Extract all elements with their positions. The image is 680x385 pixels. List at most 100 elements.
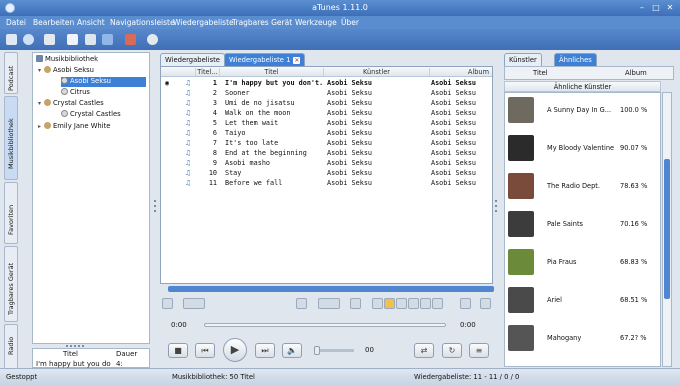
minimize-icon[interactable]: – bbox=[636, 2, 648, 13]
shuffle-icon[interactable] bbox=[460, 298, 471, 309]
playlist-row[interactable]: ♫ 5 Let them wait Asobi Seksu Asobi Seksu bbox=[161, 118, 492, 128]
playlist-row[interactable]: ♫ 9 Asobi masho Asobi Seksu Asobi Seksu bbox=[161, 158, 492, 168]
tab-radio[interactable]: Radio bbox=[4, 324, 18, 372]
tab-podcast[interactable]: Podcast bbox=[4, 52, 18, 94]
move-up-icon[interactable] bbox=[408, 298, 419, 309]
tree-album-citrus[interactable]: Citrus bbox=[61, 88, 90, 98]
sort-icon[interactable] bbox=[296, 298, 307, 309]
similar-artist-row[interactable]: Pia Fraus 68.83 % bbox=[505, 247, 660, 277]
menu-navigationsleiste[interactable]: Navigationsleiste bbox=[110, 18, 175, 27]
seek-slider[interactable] bbox=[204, 323, 446, 327]
menu-ueber[interactable]: Über bbox=[341, 18, 359, 27]
album-icon bbox=[61, 77, 68, 84]
similar-artist-row[interactable]: Mahogany 67.2? % bbox=[505, 323, 660, 353]
track-artist: Asobi Seksu bbox=[327, 149, 373, 157]
col-title[interactable]: Titel bbox=[63, 350, 78, 358]
tab-wiedergabeliste[interactable]: Wiedergabeliste bbox=[160, 53, 225, 66]
tab-aehnliches[interactable]: Ähnliches bbox=[554, 53, 597, 66]
similar-artist-row[interactable]: A Sunny Day In G... 100.0 % bbox=[505, 95, 660, 125]
col-title[interactable]: Titel bbox=[219, 68, 323, 76]
similar-artist-row[interactable]: Ariel 68.51 % bbox=[505, 285, 660, 315]
similar-artist-name: Mahogany bbox=[547, 334, 582, 342]
grid-icon[interactable] bbox=[350, 298, 361, 309]
tab-musikbibliothek[interactable]: Musikbibliothek bbox=[4, 96, 18, 180]
volume-slider[interactable] bbox=[314, 346, 354, 355]
favorite-icon[interactable] bbox=[480, 298, 491, 309]
play-button[interactable]: ▶ bbox=[223, 338, 247, 362]
playlist-row[interactable]: ◉ ♫ 1 I'm happy but you don't... Asobi Seksu… bbox=[161, 78, 492, 88]
tab-tragbares-geraet[interactable]: Tragbares Gerät bbox=[4, 246, 18, 322]
playlist-row[interactable]: ♫ 7 It's too late Asobi Seksu Asobi Seksu bbox=[161, 138, 492, 148]
move-down-icon[interactable] bbox=[420, 298, 431, 309]
home-icon[interactable] bbox=[67, 34, 78, 45]
stop-button[interactable]: ■ bbox=[168, 343, 188, 358]
playlist-row[interactable]: ♫ 2 Sooner Asobi Seksu Asobi Seksu bbox=[161, 88, 492, 98]
menu-tragbares-geraet[interactable]: Tragbares Gerät bbox=[232, 18, 292, 27]
mute-button[interactable]: 🔈 bbox=[282, 343, 302, 358]
shuffle-button[interactable]: ⇄ bbox=[414, 343, 434, 358]
tree-album-asobi-seksu[interactable]: Asobi Seksu bbox=[61, 77, 146, 87]
menu-datei[interactable]: Datei bbox=[6, 18, 26, 27]
tree-artist-crystal-castles[interactable]: ▾ Crystal Castles bbox=[38, 99, 104, 109]
playlist-row[interactable]: ♫ 4 Walk on the moon Asobi Seksu Asobi Seksu bbox=[161, 108, 492, 118]
tab-favoriten[interactable]: Favoriten bbox=[4, 182, 18, 244]
tab-kuenstler[interactable]: Künstler bbox=[504, 53, 542, 66]
splitter-grip[interactable] bbox=[66, 345, 68, 347]
star-icon[interactable] bbox=[384, 298, 395, 309]
playlist-icon[interactable] bbox=[125, 34, 136, 45]
remove-icon[interactable] bbox=[372, 298, 383, 309]
repeat-button[interactable]: ↻ bbox=[442, 343, 462, 358]
col-album[interactable]: Album bbox=[429, 68, 492, 76]
tree-artist-asobi-seksu[interactable]: ▾ Asobi Seksu bbox=[38, 66, 94, 76]
list-icon[interactable] bbox=[6, 34, 17, 45]
menu-wiedergabeliste[interactable]: Wiedergabeliste bbox=[173, 18, 234, 27]
equalizer-button[interactable]: ≡ bbox=[469, 343, 489, 358]
move-top-icon[interactable] bbox=[396, 298, 407, 309]
maximize-icon[interactable]: □ bbox=[650, 2, 662, 13]
similarity-percent: 78.63 % bbox=[620, 182, 648, 190]
tools-icon[interactable] bbox=[44, 34, 55, 45]
menu-bearbeiten[interactable]: Bearbeiten bbox=[33, 18, 74, 27]
close-icon[interactable]: ✕ bbox=[664, 2, 676, 13]
menu-ansicht[interactable]: Ansicht bbox=[77, 18, 105, 27]
previous-button[interactable]: ⏮ bbox=[195, 343, 215, 358]
subtab-album[interactable]: Album bbox=[625, 69, 647, 77]
folder-icon[interactable] bbox=[183, 298, 205, 309]
tab-wiedergabeliste-1[interactable]: Wiedergabeliste 1 ✕ bbox=[224, 53, 306, 66]
window-icon[interactable] bbox=[85, 34, 96, 45]
similar-artist-row[interactable]: The Radio Dept. 78.63 % bbox=[505, 171, 660, 201]
menu-werkzeuge[interactable]: Werkzeuge bbox=[295, 18, 337, 27]
audio-file-icon: ♫ bbox=[185, 139, 192, 147]
col-artist[interactable]: Künstler bbox=[323, 68, 429, 76]
search-icon[interactable] bbox=[162, 298, 173, 309]
settings-icon[interactable] bbox=[147, 34, 158, 45]
playlist-row[interactable]: ♫ 6 Taiyo Asobi Seksu Asobi Seksu bbox=[161, 128, 492, 138]
similar-artist-row[interactable]: My Bloody Valentine 90.07 % bbox=[505, 133, 660, 163]
col-duration[interactable]: Dauer bbox=[116, 350, 137, 358]
info-title: I'm happy but you don't... bbox=[36, 360, 111, 368]
left-splitter-grip[interactable] bbox=[154, 200, 156, 202]
track-number: 3 bbox=[212, 99, 217, 107]
album-view-icon[interactable] bbox=[318, 298, 340, 309]
move-bottom-icon[interactable] bbox=[432, 298, 443, 309]
device-icon[interactable] bbox=[102, 34, 113, 45]
next-button[interactable]: ⏭ bbox=[255, 343, 275, 358]
similar-artist-row[interactable]: Pale Saints 70.16 % bbox=[505, 209, 660, 239]
close-tab-icon[interactable]: ✕ bbox=[293, 57, 301, 64]
subtab-titel[interactable]: Titel bbox=[533, 69, 548, 77]
track-number: 9 bbox=[212, 159, 217, 167]
playlist-row[interactable]: ♫ 8 End at the beginning Asobi Seksu Asobi S… bbox=[161, 148, 492, 158]
playlist-row[interactable]: ♫ 3 Umi de no jisatsu Asobi Seksu Asobi Seks… bbox=[161, 98, 492, 108]
col-track-no[interactable]: Titel... bbox=[195, 68, 219, 76]
volume-knob[interactable] bbox=[314, 346, 320, 355]
tree-root[interactable]: Musikbibliothek bbox=[36, 55, 98, 65]
playlist-row[interactable]: ♫ 10 Stay Asobi Seksu Asobi Seksu bbox=[161, 168, 492, 178]
tree-artist-emily-jane-white[interactable]: ▸ Emily Jane White bbox=[38, 122, 110, 132]
similar-scrollbar[interactable] bbox=[662, 92, 672, 367]
right-splitter-grip[interactable] bbox=[495, 200, 497, 202]
playlist-hscrollbar[interactable] bbox=[168, 286, 494, 292]
scrollbar-thumb[interactable] bbox=[664, 159, 670, 299]
tree-album-crystal-castles[interactable]: Crystal Castles bbox=[61, 110, 121, 120]
refresh-icon[interactable] bbox=[23, 34, 34, 45]
playlist-row[interactable]: ♫ 11 Before we fall Asobi Seksu Asobi Seksu bbox=[161, 178, 492, 188]
